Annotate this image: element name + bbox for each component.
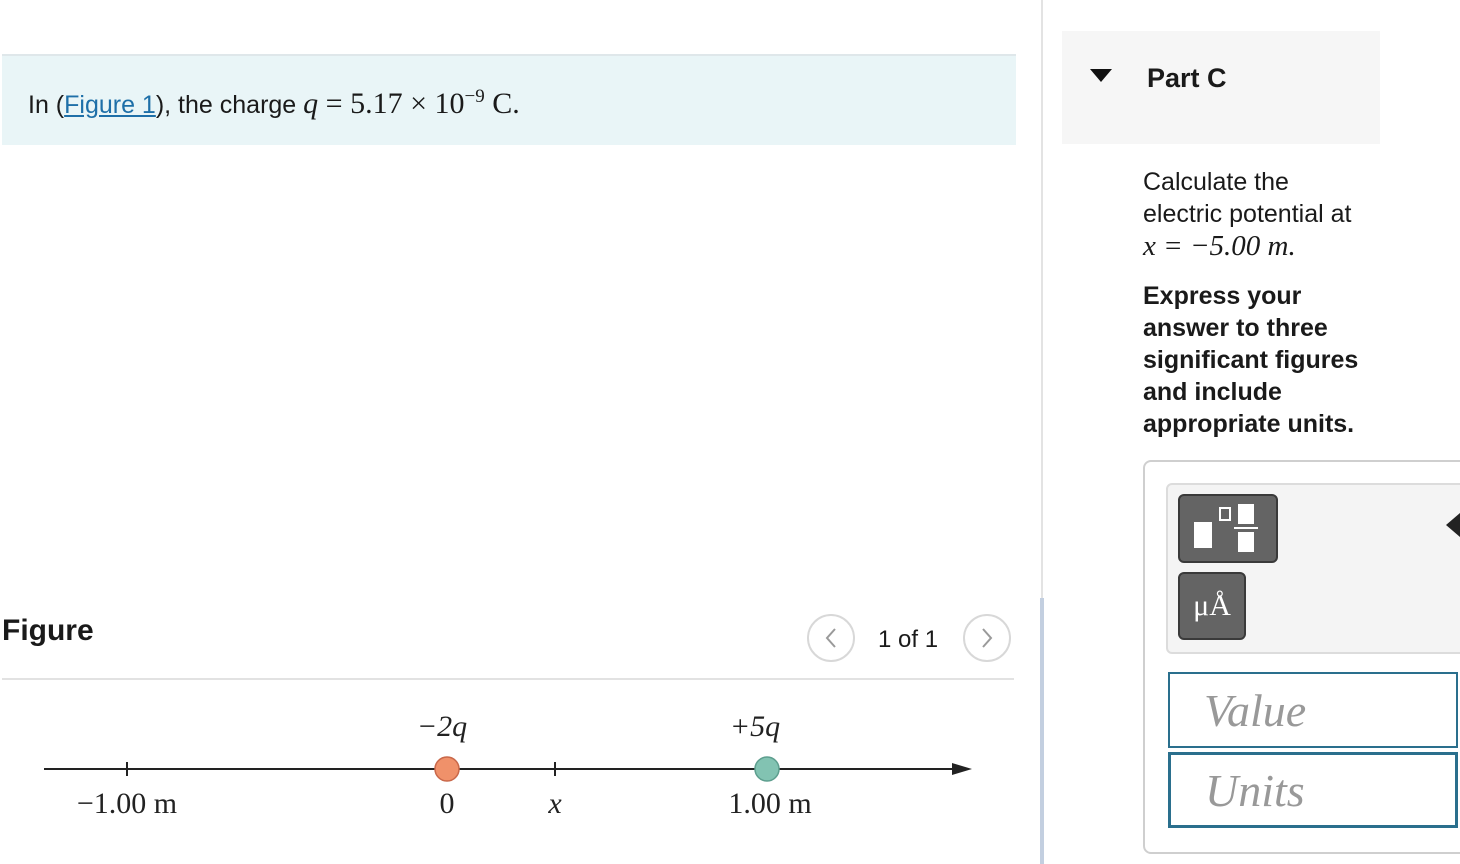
charge-unit: C. (484, 87, 520, 120)
charge-symbol: q (303, 87, 319, 120)
figure-title: Figure (2, 614, 94, 647)
axis-label-x: x (547, 787, 562, 820)
question-math: x = −5.00 m. (1143, 230, 1296, 262)
problem-statement: In (Figure 1), the charge q = 5.17 × 10−… (2, 54, 1016, 145)
part-title: Part C (1147, 63, 1227, 93)
axis-label-origin: 0 (440, 787, 455, 820)
axis-label-minus-one: −1.00 m (77, 787, 177, 820)
charge-negative-2q (434, 756, 460, 782)
charge-expression: q = 5.17 × 10−9 C. (303, 86, 520, 120)
collapse-triangle-icon[interactable] (1090, 69, 1112, 82)
statement-suffix: ), the charge (155, 91, 304, 119)
question-line-2: electric potential at (1143, 200, 1352, 228)
charge-label-negative: −2q (417, 710, 467, 743)
charge-exponent: −9 (464, 86, 485, 107)
next-figure-button[interactable] (963, 614, 1011, 662)
chevron-right-icon (982, 628, 993, 648)
question-text: Calculate the electric potential at x = … (1143, 166, 1403, 262)
templates-icon (1194, 504, 1258, 552)
previous-figure-button[interactable] (807, 614, 855, 662)
statement-prefix: In ( (28, 91, 65, 119)
charge-diagram: −2q +5q −1.00 m 0 x 1.00 m (44, 710, 972, 820)
arrow-left-icon[interactable] (1446, 513, 1460, 537)
chevron-left-icon (825, 628, 836, 648)
figure-link[interactable]: Figure 1 (64, 91, 156, 119)
column-divider-highlight (1040, 598, 1044, 864)
statement-text: In (Figure 1), the charge q = 5.17 × 10−… (28, 86, 520, 121)
axis-label-one: 1.00 m (728, 787, 811, 820)
part-c-header[interactable]: Part C (1062, 31, 1380, 144)
units-input[interactable]: Units (1168, 752, 1458, 828)
value-input[interactable]: Value (1168, 672, 1458, 748)
answer-instructions: Express your answer to three significant… (1143, 282, 1359, 438)
figure-pager: 1 of 1 (878, 626, 939, 653)
question-line-1: Calculate the (1143, 168, 1289, 196)
units-button[interactable]: μÅ (1178, 572, 1246, 640)
templates-button[interactable] (1178, 494, 1278, 563)
figure-divider (2, 678, 1014, 680)
column-divider (1041, 0, 1043, 598)
x-axis-arrowhead (952, 763, 972, 775)
charge-label-positive: +5q (730, 710, 780, 743)
charge-positive-5q (754, 756, 780, 782)
charge-value: = 5.17 × 10 (318, 87, 465, 120)
